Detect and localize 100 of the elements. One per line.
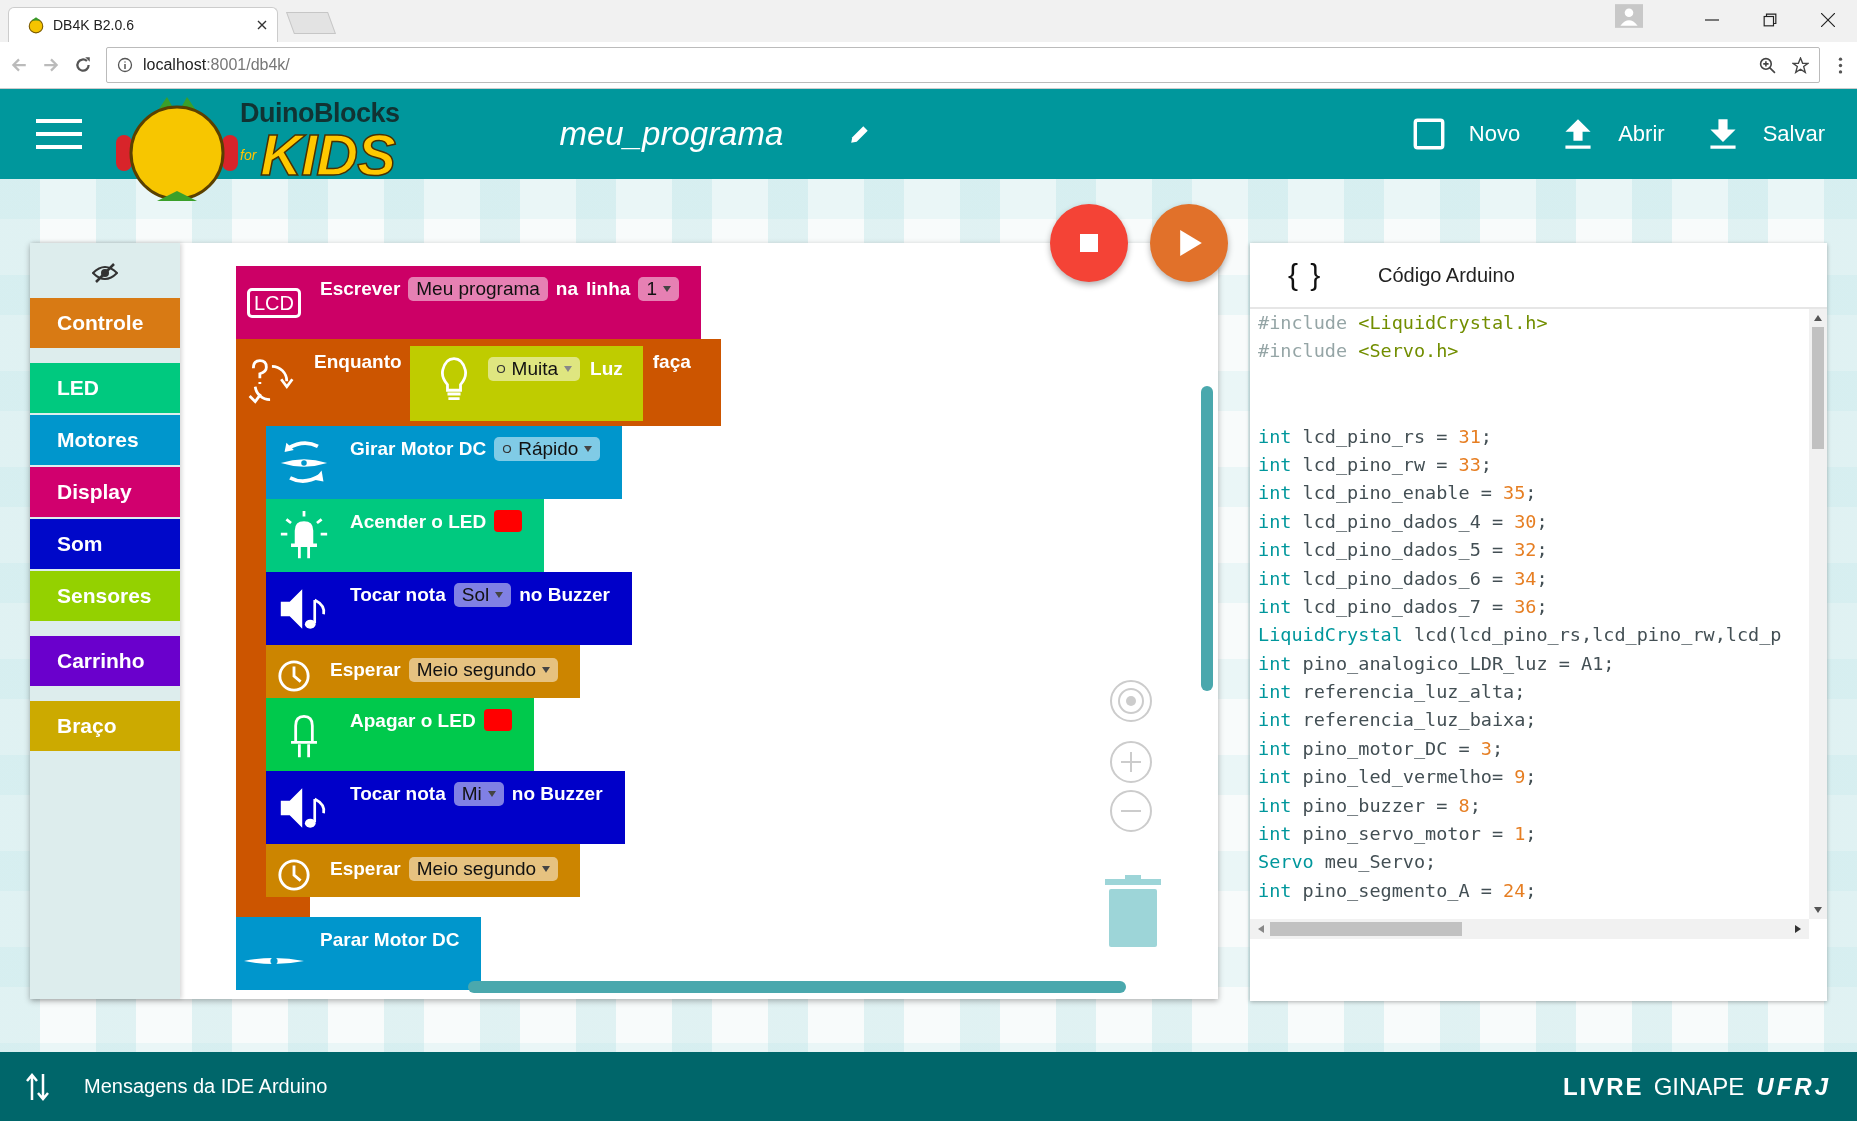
radio-icon [495, 364, 506, 374]
block-label: Esperar [330, 858, 401, 880]
hidden-eye-icon[interactable] [92, 263, 118, 283]
trash-icon[interactable] [1103, 873, 1163, 949]
info-icon[interactable] [117, 57, 133, 73]
scrollbar[interactable] [1201, 386, 1213, 691]
code-line: #include <LiquidCrystal.h> [1258, 311, 1549, 335]
partner-logo: GINAPE [1653, 1072, 1745, 1101]
menu-icon[interactable] [36, 119, 82, 149]
browser-tab[interactable]: DB4K B2.0.6 [8, 7, 278, 42]
menu-icon[interactable] [1838, 56, 1843, 74]
code-block[interactable]: Tocar nota Mi no Buzzer [266, 771, 625, 844]
block-label: Tocar nota [350, 584, 446, 606]
dropdown-arrow-icon [564, 366, 573, 372]
block-label: na [555, 278, 579, 300]
dropdown-arrow-icon [662, 286, 671, 292]
scrollbar[interactable] [468, 981, 1126, 993]
run-button[interactable] [1150, 204, 1228, 282]
scrollbar-thumb[interactable] [1812, 327, 1824, 449]
block-label: Esperar [330, 659, 401, 681]
program-name[interactable]: meu_programa [559, 115, 784, 153]
profile-icon[interactable] [1615, 4, 1643, 28]
reload-icon[interactable] [74, 56, 92, 74]
light-sensor-block[interactable]: Muita Luz [409, 346, 643, 421]
zoom-in-icon[interactable] [1109, 740, 1153, 784]
block-label: no Buzzer [511, 783, 603, 805]
block-label: Girar Motor DC [350, 438, 487, 460]
radio-icon [502, 444, 513, 454]
block-label: Parar Motor DC [320, 929, 460, 951]
zoom-out-icon[interactable] [1109, 789, 1153, 833]
clock-icon [277, 658, 311, 693]
close-icon[interactable] [1821, 13, 1835, 27]
block-dropdown[interactable]: Mi [453, 782, 504, 806]
color-swatch[interactable] [483, 709, 512, 731]
category-item[interactable]: Display [30, 467, 180, 517]
code-block[interactable]: Tocar nota Sol no Buzzer [266, 572, 632, 645]
messages-label[interactable]: Mensagens da IDE Arduino [84, 1075, 328, 1098]
zoom-icon[interactable] [1759, 56, 1776, 74]
scroll-down-icon[interactable] [1814, 907, 1822, 913]
color-swatch[interactable] [494, 510, 523, 532]
scrollbar-thumb[interactable] [1270, 922, 1462, 936]
category-item[interactable]: Carrinho [30, 636, 180, 686]
dropdown-arrow-icon [584, 446, 593, 452]
back-icon[interactable] [10, 56, 28, 74]
code-line: int lcd_pino_dados_4 = 30; [1258, 509, 1549, 534]
save-button[interactable]: Salvar [1696, 112, 1835, 156]
play-icon [1180, 230, 1202, 256]
block-label: Enquanto [314, 351, 402, 373]
code-block[interactable]: Esperar Meio segundo [266, 844, 581, 897]
block-dropdown[interactable]: 1 [638, 277, 679, 301]
code-line: #include <Servo.h> [1258, 339, 1460, 364]
code-line: int pino_buzzer = 8; [1258, 793, 1482, 818]
code-block[interactable]: Esperar Meio segundo [266, 645, 581, 698]
block-dropdown[interactable]: Meio segundo [408, 857, 559, 881]
dropdown-arrow-icon [542, 866, 551, 872]
close-icon[interactable] [257, 20, 267, 30]
code-line: Servo meu_Servo; [1258, 850, 1438, 875]
while-block[interactable]: Enquanto Muita Luz faça [236, 339, 721, 426]
code-line: int pino_analogico_LDR_luz = A1; [1258, 651, 1616, 676]
scroll-up-icon[interactable] [1814, 315, 1822, 321]
lcd-icon: LCD [247, 287, 301, 318]
code-line: int lcd_pino_dados_6 = 34; [1258, 566, 1549, 591]
panel-title: Código Arduino [1378, 263, 1515, 287]
brand-subtitle: for [240, 147, 257, 163]
new-button[interactable]: Novo [1402, 112, 1531, 156]
block-dropdown[interactable]: Rápido [494, 437, 601, 461]
code-line: int pino_segmento_A = 24; [1258, 878, 1538, 903]
block-dropdown[interactable]: Meio segundo [408, 658, 559, 682]
block-label: Luz [590, 358, 623, 380]
swap-arrows-icon[interactable] [26, 1071, 50, 1102]
partner-logo: UFRJ [1756, 1072, 1831, 1101]
dropdown-arrow-icon [495, 592, 504, 598]
block-dropdown[interactable]: Muita [487, 357, 581, 381]
code-line: int lcd_pino_dados_7 = 36; [1258, 594, 1549, 619]
open-button[interactable]: Abrir [1552, 112, 1675, 156]
stop-button[interactable] [1050, 204, 1128, 282]
code-block[interactable]: Girar Motor DC Rápido [266, 426, 623, 499]
scroll-right-icon[interactable] [1795, 925, 1801, 933]
scrollbar[interactable] [1250, 919, 1809, 939]
code-block[interactable]: LCD Escrever Meu programa na linha 1 [236, 266, 701, 339]
code-line: int referencia_luz_alta; [1258, 680, 1527, 705]
star-icon[interactable] [1792, 56, 1809, 74]
url-field[interactable]: localhost:8001/db4k/ [106, 47, 1820, 83]
square-icon [1412, 118, 1445, 150]
forward-icon[interactable] [42, 56, 60, 74]
scroll-left-icon[interactable] [1258, 925, 1264, 933]
brand-logo-text: KIDS [260, 128, 395, 182]
block-dropdown[interactable]: Sol [453, 583, 512, 607]
block-label: Tocar nota [350, 783, 446, 805]
block-label: Acender o LED [350, 511, 487, 533]
block-label: linha [586, 278, 631, 300]
block-text-field[interactable]: Meu programa [408, 277, 548, 301]
category-item[interactable]: Som [30, 519, 180, 569]
code-line: int referencia_luz_baixa; [1258, 708, 1538, 733]
block-label: Apagar o LED [350, 710, 476, 732]
mascot-icon [27, 16, 45, 34]
restore-icon[interactable] [1763, 13, 1777, 27]
recenter-icon[interactable] [1109, 679, 1153, 723]
dropdown-arrow-icon [542, 667, 551, 673]
scrollbar[interactable] [1809, 309, 1827, 919]
